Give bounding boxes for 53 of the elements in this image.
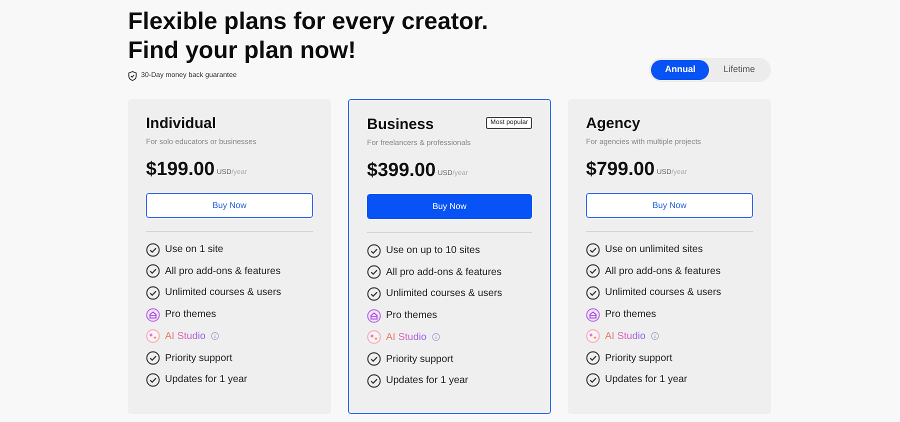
feature-text: Priority support xyxy=(386,352,454,367)
info-icon xyxy=(210,332,219,340)
feature-text: Pro themes xyxy=(386,309,438,324)
plan-price: $799.00 xyxy=(586,158,655,181)
feature-text: Updates for 1 year xyxy=(605,373,688,388)
check-circle-icon xyxy=(367,244,381,258)
feature-text: Use on unlimited sites xyxy=(605,243,703,258)
feature-text: All pro add-ons & features xyxy=(386,266,502,280)
check-circle-icon xyxy=(586,242,600,257)
page-heading: Flexible plans for every creator. xyxy=(128,7,488,36)
feature-text: Unlimited courses & users xyxy=(165,286,282,300)
plan-name: Individual xyxy=(146,114,216,132)
feature-text: Updates for 1 year xyxy=(165,373,248,388)
check-circle-icon xyxy=(586,372,600,387)
sparkle-icon xyxy=(367,330,381,344)
check-circle-icon xyxy=(367,374,381,388)
info-icon xyxy=(650,332,659,340)
sparkle-icon xyxy=(586,329,600,344)
feature-text: Pro themes xyxy=(605,308,656,322)
feature-text: Use on up to 10 sites xyxy=(386,244,480,258)
sparkle-icon xyxy=(146,329,160,344)
billing-tab[interactable]: Lifetime xyxy=(709,60,769,80)
feature-text: Pro themes xyxy=(165,308,216,322)
check-circle-icon xyxy=(146,351,160,366)
info-icon xyxy=(432,333,440,342)
check-circle-icon xyxy=(586,351,600,366)
buy-now-button[interactable]: Buy Now xyxy=(367,194,532,219)
feature-text: Updates for 1 year xyxy=(386,374,468,388)
feature-text: Use on 1 site xyxy=(165,243,224,258)
feature-text: Priority support xyxy=(165,352,232,366)
check-circle-icon xyxy=(367,265,381,280)
feature-text: Unlimited courses & users xyxy=(386,287,502,302)
shield-check-icon xyxy=(128,71,137,82)
plan-price: $399.00 xyxy=(367,160,436,182)
check-circle-icon xyxy=(367,352,381,366)
feature-text: All pro add-ons & features xyxy=(605,264,721,279)
feature-text: Unlimited courses & users xyxy=(605,286,722,300)
plan-price: $199.00 xyxy=(146,158,215,181)
check-circle-icon xyxy=(586,286,600,300)
check-circle-icon xyxy=(586,264,600,278)
feature-text: Priority support xyxy=(605,352,672,366)
check-circle-icon xyxy=(146,372,160,387)
billing-tab[interactable]: Annual xyxy=(650,60,710,80)
plan-name: Agency xyxy=(586,114,640,132)
check-circle-icon xyxy=(146,242,160,257)
feature-text: All pro add-ons & features xyxy=(165,264,281,279)
check-circle-icon xyxy=(146,286,160,300)
check-circle-icon xyxy=(367,286,381,301)
buy-now-button[interactable]: Buy Now xyxy=(146,192,313,218)
buy-now-button[interactable]: Buy Now xyxy=(586,192,753,218)
page-heading: Find your plan now! xyxy=(128,36,357,65)
check-circle-icon xyxy=(146,264,160,278)
plan-name: Business xyxy=(367,116,434,134)
